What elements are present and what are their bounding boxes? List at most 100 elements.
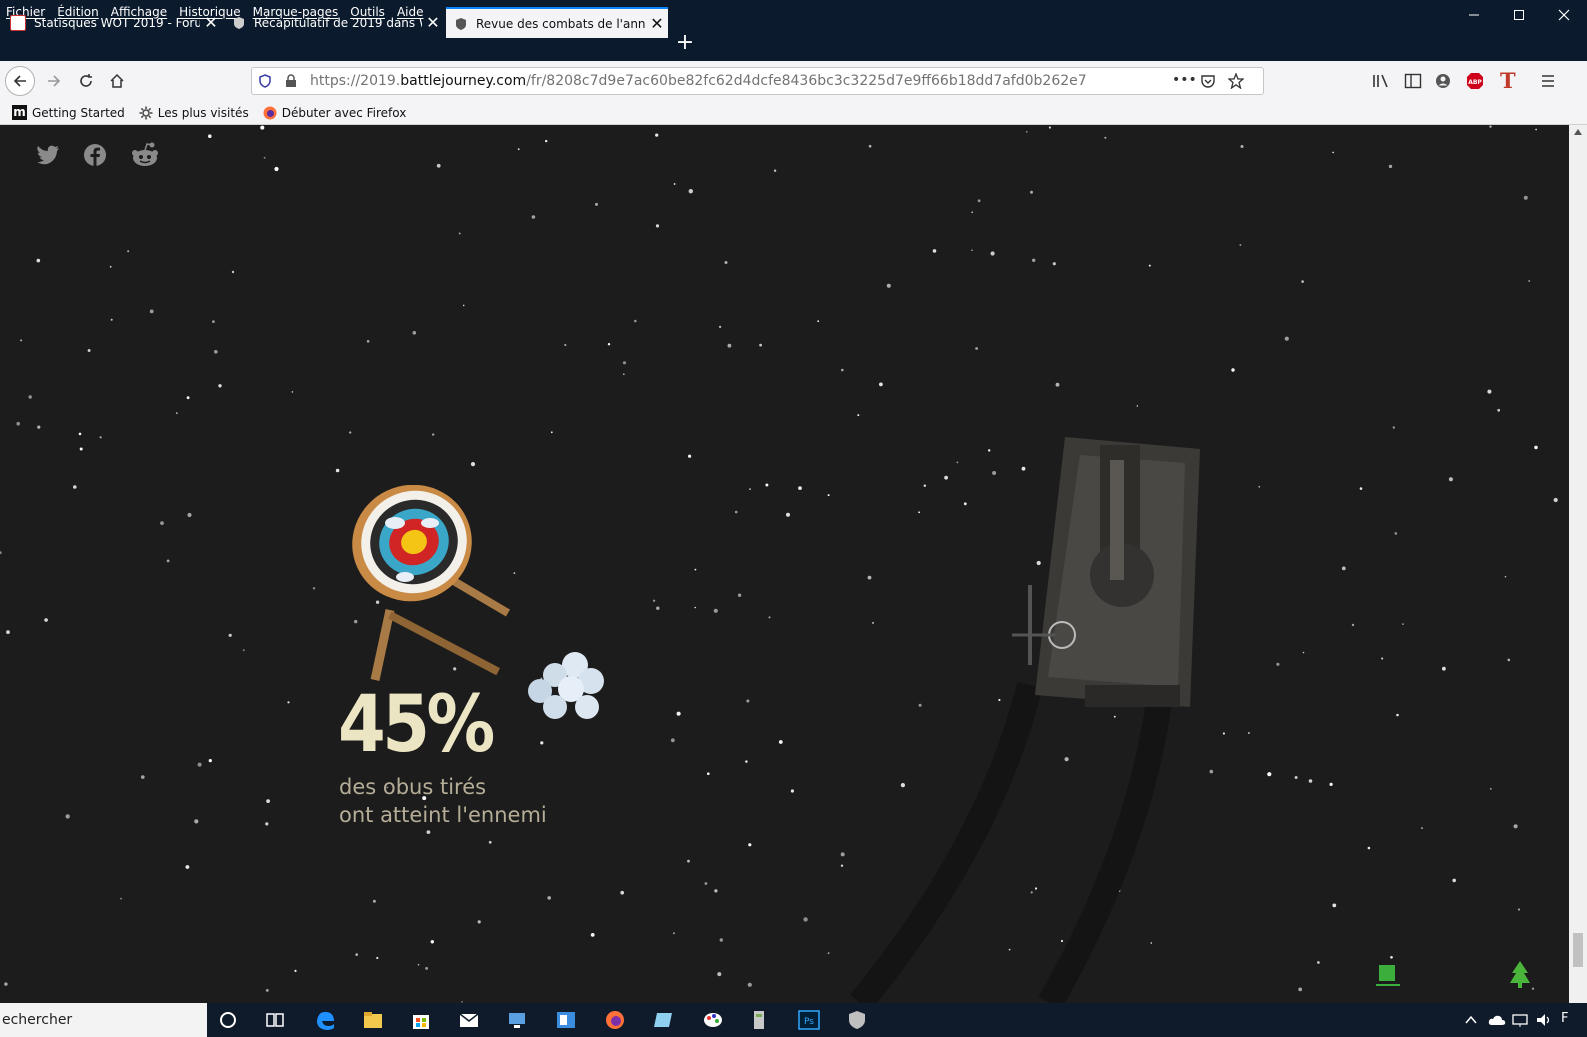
volume-icon[interactable] <box>1536 1013 1552 1027</box>
snowflake-dot <box>349 431 352 434</box>
snowflake-dot <box>294 969 297 973</box>
archive-app-icon[interactable] <box>748 1009 770 1031</box>
chevron-up-icon[interactable] <box>1465 1015 1477 1025</box>
bookmark-getting-started[interactable]: m Getting Started <box>12 105 125 120</box>
snowflake-dot <box>1148 264 1151 267</box>
home-icon <box>110 73 124 88</box>
sidebar-icon[interactable] <box>1404 73 1422 89</box>
snowflake-dot <box>694 606 696 609</box>
reload-button[interactable] <box>72 67 100 95</box>
url-bar[interactable]: https://2019.battlejourney.com/fr/8208c7… <box>251 67 1264 95</box>
remote-desktop-icon[interactable] <box>506 1009 528 1031</box>
edge-browser-icon[interactable] <box>314 1009 336 1031</box>
snowflake-dot <box>1032 258 1036 262</box>
notes-app-icon[interactable] <box>652 1009 674 1031</box>
snowflake-dot <box>186 396 190 400</box>
tab-recapitulatif[interactable]: Récapitulatif de 2019 dans Worl ✕ <box>224 7 444 38</box>
forward-button[interactable] <box>40 67 68 95</box>
outlook-icon[interactable] <box>555 1009 577 1031</box>
snowflake-dot <box>242 649 245 652</box>
tab-label: Revue des combats de l'année <box>476 16 646 31</box>
snowflake-dot <box>545 139 548 143</box>
page-scrollbar[interactable] <box>1569 125 1587 1003</box>
paint-app-icon[interactable] <box>702 1009 724 1031</box>
snowflake-dot <box>540 741 544 745</box>
page-actions-button[interactable]: ••• <box>1172 72 1197 88</box>
snowflake-dot <box>228 633 232 637</box>
snowflake-dot <box>827 494 830 497</box>
bookmark-debuter-avec-firefox[interactable]: Débuter avec Firefox <box>263 105 407 120</box>
task-view-icon[interactable] <box>264 1009 286 1031</box>
snowflake-dot <box>749 488 751 490</box>
adblock-plus-icon[interactable]: ABP <box>1466 72 1484 90</box>
hamburger-menu-icon[interactable] <box>1540 73 1556 89</box>
mail-icon[interactable] <box>458 1009 480 1031</box>
snowflake-dot <box>676 711 681 716</box>
minimize-icon <box>1469 14 1479 16</box>
url-text[interactable]: https://2019.battlejourney.com/fr/8208c7… <box>310 73 1087 89</box>
account-icon[interactable] <box>1435 73 1451 89</box>
snowflake-dot <box>932 249 937 253</box>
gift-icon[interactable] <box>1376 963 1400 989</box>
snowflake-dot <box>0 551 2 555</box>
photoshop-icon[interactable]: Ps <box>798 1009 820 1031</box>
home-button[interactable] <box>103 67 131 95</box>
snowflake-dot <box>16 421 21 426</box>
snowflake-dot <box>550 431 553 434</box>
snowflake-dot <box>713 608 718 613</box>
tank-illustration <box>849 437 1200 1003</box>
christmas-tree-icon[interactable] <box>1508 961 1532 989</box>
new-tab-button[interactable]: + <box>673 31 697 55</box>
facebook-icon[interactable] <box>83 143 107 167</box>
snowflake-dot <box>547 896 551 900</box>
hit-percentage-value: 45% <box>338 680 495 770</box>
snowflake-dot <box>1276 662 1280 666</box>
tab-close-icon[interactable]: ✕ <box>646 14 668 33</box>
snowflake-dot <box>746 699 750 703</box>
reload-icon <box>80 74 92 87</box>
snowflake-dot <box>655 133 659 137</box>
snowflake-dot <box>1421 827 1423 829</box>
bookmark-star-icon[interactable] <box>1228 73 1244 89</box>
firefox-taskbar-icon[interactable] <box>604 1009 626 1031</box>
snowflake-dot <box>798 486 802 490</box>
snowflake-dot <box>1535 128 1537 131</box>
snowflake-dot <box>1308 779 1313 783</box>
store-icon[interactable] <box>410 1009 432 1031</box>
back-button[interactable] <box>5 66 35 96</box>
snowflake-dot <box>790 789 795 793</box>
tracking-shield-icon[interactable] <box>258 74 272 88</box>
tab-statisques-wot[interactable]: Statisques WOT 2019 - Forums | ✕ <box>2 7 222 38</box>
snowflake-dot <box>99 436 102 439</box>
file-explorer-icon[interactable] <box>362 1009 384 1031</box>
bookmark-les-plus-visites[interactable]: Les plus visités <box>139 106 249 120</box>
network-icon[interactable] <box>1512 1013 1528 1027</box>
bookmark-label: Débuter avec Firefox <box>281 105 407 120</box>
snowflake-dot <box>1359 487 1363 490</box>
tab-close-icon[interactable]: ✕ <box>200 13 222 32</box>
translate-extension-icon[interactable]: T <box>1500 68 1516 93</box>
language-indicator[interactable]: F <box>1561 1011 1568 1026</box>
snowflake-dot <box>1104 136 1107 139</box>
snowflake-dot <box>1317 961 1320 964</box>
snowflake-dot <box>1136 405 1139 407</box>
scrollbar-thumb[interactable] <box>1573 933 1583 967</box>
taskbar-search-box[interactable]: echercher <box>0 1003 207 1037</box>
scroll-up-arrow-icon[interactable] <box>1573 128 1583 136</box>
pocket-icon[interactable] <box>1200 73 1216 89</box>
reddit-icon[interactable] <box>130 142 160 168</box>
snowflake-dot <box>458 232 461 235</box>
tab-close-icon[interactable]: ✕ <box>422 13 444 32</box>
snowflake-dot <box>372 899 376 903</box>
library-icon[interactable] <box>1372 73 1390 89</box>
cortana-icon[interactable] <box>217 1009 239 1031</box>
lock-icon[interactable] <box>285 74 297 88</box>
onedrive-cloud-icon[interactable] <box>1488 1014 1506 1026</box>
snowflake-dot <box>1052 262 1056 266</box>
close-icon <box>1558 9 1570 21</box>
snowflake-dot <box>1381 657 1384 660</box>
twitter-icon[interactable] <box>36 145 60 165</box>
tab-revue-des-combats[interactable]: Revue des combats de l'année ✕ <box>446 7 668 38</box>
url-prefix: https://2019. <box>310 73 401 89</box>
world-of-tanks-icon[interactable] <box>846 1009 868 1031</box>
